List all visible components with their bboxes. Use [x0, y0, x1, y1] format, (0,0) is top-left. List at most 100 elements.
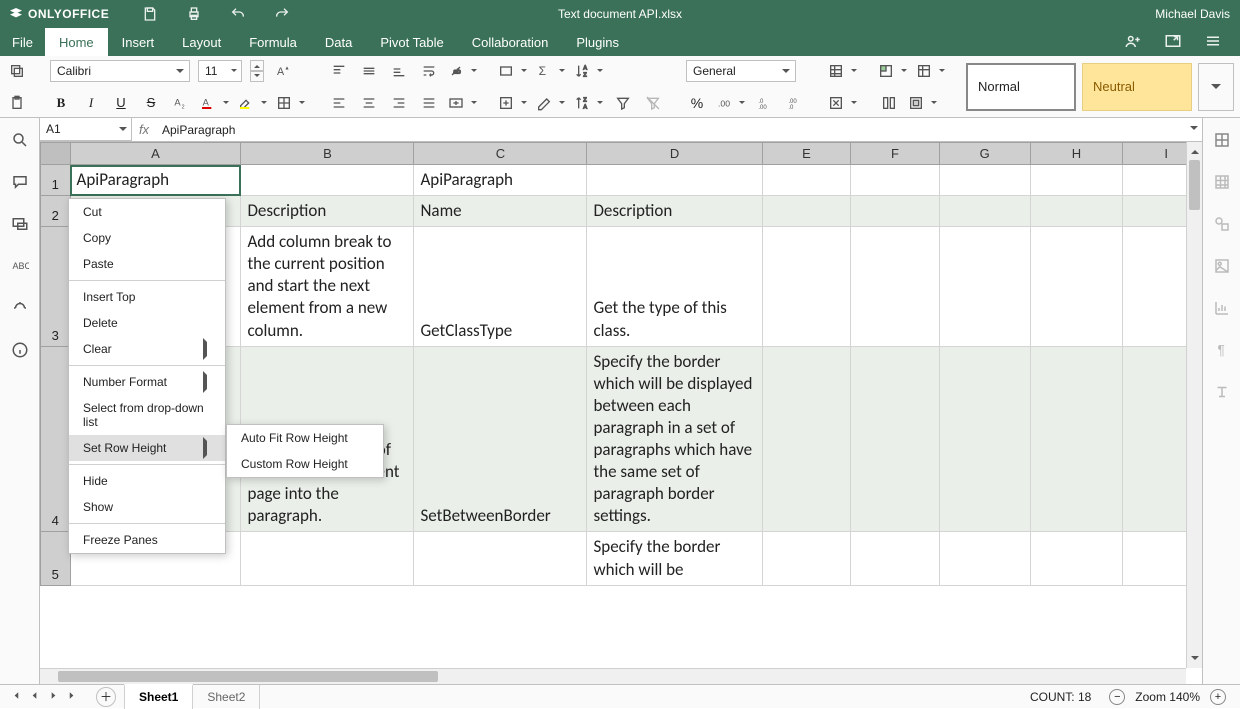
cell[interactable] — [1030, 532, 1123, 585]
formula-expand-icon[interactable] — [1186, 118, 1202, 141]
cell[interactable] — [1030, 227, 1123, 346]
font-size-stepper[interactable] — [250, 60, 264, 82]
column-header[interactable]: C — [414, 143, 587, 165]
chart-settings-icon[interactable] — [1208, 296, 1236, 320]
print-icon[interactable] — [183, 3, 205, 25]
prev-sheet-icon[interactable] — [29, 690, 40, 704]
add-sheet-button[interactable]: ＋ — [96, 687, 116, 707]
menu-pivot-table[interactable]: Pivot Table — [366, 28, 457, 56]
align-bottom-icon[interactable] — [388, 60, 410, 82]
cell-style-neutral[interactable]: Neutral — [1082, 63, 1192, 111]
hamburger-icon[interactable] — [1204, 32, 1222, 53]
context-menu-item[interactable]: Hide — [69, 468, 225, 494]
cell[interactable] — [1030, 196, 1123, 227]
shape-settings-icon[interactable] — [1208, 212, 1236, 236]
row-header[interactable]: 2 — [41, 196, 71, 227]
search-icon[interactable] — [6, 128, 34, 152]
cell[interactable] — [939, 532, 1030, 585]
first-sheet-icon[interactable] — [10, 690, 21, 704]
italic-icon[interactable]: I — [80, 92, 102, 114]
submenu-item[interactable]: Auto Fit Row Height — [227, 425, 383, 451]
align-justify-icon[interactable] — [418, 92, 440, 114]
align-center-icon[interactable] — [358, 92, 380, 114]
menu-collaboration[interactable]: Collaboration — [458, 28, 563, 56]
menu-plugins[interactable]: Plugins — [562, 28, 633, 56]
strikethrough-icon[interactable]: S — [140, 92, 162, 114]
row-header[interactable]: 1 — [41, 165, 71, 196]
sort-asc-icon[interactable]: AZ — [574, 60, 604, 82]
zoom-out-button[interactable]: − — [1109, 689, 1125, 705]
named-ranges-icon[interactable] — [498, 60, 528, 82]
column-header[interactable]: E — [762, 143, 851, 165]
insert-function-icon[interactable] — [878, 92, 900, 114]
cell[interactable] — [851, 532, 940, 585]
column-header[interactable]: H — [1030, 143, 1123, 165]
conditional-format-icon[interactable] — [878, 60, 908, 82]
table-settings-icon[interactable] — [1208, 170, 1236, 194]
row-header[interactable]: 5 — [41, 532, 71, 585]
context-menu-item[interactable]: Number Format — [69, 369, 225, 395]
context-menu-item[interactable]: Clear — [69, 336, 225, 362]
cell[interactable]: Specify the border which will be — [587, 532, 762, 585]
cell[interactable]: ApiParagraph — [70, 165, 241, 196]
feedback-icon[interactable] — [6, 296, 34, 320]
cell[interactable] — [1030, 346, 1123, 532]
column-header[interactable]: B — [241, 143, 414, 165]
fill-icon[interactable] — [498, 92, 528, 114]
borders-icon[interactable] — [276, 92, 306, 114]
row-header[interactable]: 3 — [41, 227, 71, 346]
highlight-color-icon[interactable] — [238, 92, 268, 114]
context-menu-item[interactable]: Select from drop-down list — [69, 395, 225, 435]
subscript-icon[interactable]: A2 — [170, 92, 192, 114]
cell-settings-icon[interactable] — [1208, 128, 1236, 152]
comments-icon[interactable] — [6, 170, 34, 194]
redo-icon[interactable] — [271, 3, 293, 25]
cell[interactable] — [762, 532, 851, 585]
fx-icon[interactable]: fx — [132, 118, 156, 141]
zoom-in-button[interactable]: + — [1210, 689, 1226, 705]
currency-icon[interactable]: .00 — [716, 92, 746, 114]
column-header[interactable]: F — [851, 143, 940, 165]
autosum-icon[interactable]: Σ — [536, 60, 566, 82]
menu-formula[interactable]: Formula — [235, 28, 311, 56]
context-menu-item[interactable]: Paste — [69, 251, 225, 277]
cell[interactable] — [762, 196, 851, 227]
column-header[interactable]: G — [939, 143, 1030, 165]
sheet-tab[interactable]: Sheet2 — [193, 685, 260, 709]
cell[interactable]: SetBetweenBorder — [414, 346, 587, 532]
increase-font-icon[interactable]: A▲ — [272, 60, 294, 82]
cell[interactable] — [762, 165, 851, 196]
menu-layout[interactable]: Layout — [168, 28, 235, 56]
formula-input[interactable]: ApiParagraph — [156, 118, 1186, 141]
font-name-select[interactable]: Calibri — [50, 60, 190, 82]
font-size-select[interactable]: 11 — [198, 60, 242, 82]
menu-home[interactable]: Home — [45, 28, 108, 56]
cell[interactable] — [939, 196, 1030, 227]
cell[interactable] — [587, 165, 762, 196]
insert-cells-icon[interactable] — [828, 60, 858, 82]
spellcheck-icon[interactable]: ABC — [6, 254, 34, 278]
cell-styles-more[interactable] — [1198, 63, 1234, 111]
cell[interactable] — [939, 227, 1030, 346]
vertical-scrollbar[interactable] — [1186, 142, 1202, 668]
cell[interactable]: Get the type of this class. — [587, 227, 762, 346]
next-sheet-icon[interactable] — [48, 690, 59, 704]
cell[interactable] — [851, 196, 940, 227]
image-settings-icon[interactable] — [1208, 254, 1236, 278]
copy-icon[interactable] — [6, 60, 28, 82]
sort-desc-icon[interactable]: ZA — [574, 92, 604, 114]
paragraph-settings-icon[interactable]: ¶ — [1208, 338, 1236, 362]
submenu-item[interactable]: Custom Row Height — [227, 451, 383, 477]
context-menu-item[interactable]: Copy — [69, 225, 225, 251]
context-menu-item[interactable]: Freeze Panes — [69, 527, 225, 553]
horizontal-scrollbar[interactable] — [40, 668, 1186, 684]
number-format-select[interactable]: General — [686, 60, 796, 82]
cell[interactable] — [851, 227, 940, 346]
cell[interactable]: ApiParagraph — [414, 165, 587, 196]
clear-icon[interactable] — [536, 92, 566, 114]
select-all-corner[interactable] — [41, 143, 71, 165]
context-menu-item[interactable]: Set Row Height — [69, 435, 225, 461]
align-left-icon[interactable] — [328, 92, 350, 114]
column-header[interactable]: A — [70, 143, 241, 165]
cell[interactable] — [414, 532, 587, 585]
